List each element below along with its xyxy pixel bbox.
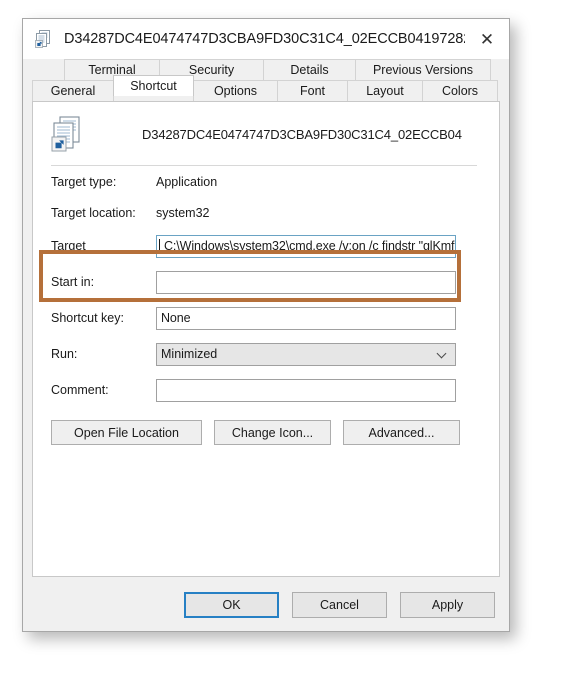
- apply-button[interactable]: Apply: [400, 592, 495, 618]
- target-location-label: Target location:: [51, 205, 136, 220]
- tab-layout[interactable]: Layout: [347, 80, 423, 101]
- target-row: Target C:\Windows\system32\cmd.exe /v:on…: [33, 228, 499, 264]
- close-icon[interactable]: ✕: [465, 19, 509, 59]
- chevron-down-icon: [437, 349, 447, 359]
- window-title: D34287DC4E0474747D3CBA9FD30C31C4_02ECCB0…: [64, 31, 465, 47]
- advanced-button[interactable]: Advanced...: [343, 420, 460, 445]
- shortcut-key-row: Shortcut key: None: [33, 300, 499, 336]
- comment-row: Comment:: [33, 372, 499, 408]
- run-select[interactable]: Minimized: [156, 342, 456, 366]
- page-background: D34287DC4E0474747D3CBA9FD30C31C4_02ECCB0…: [0, 0, 567, 678]
- tab-details[interactable]: Details: [263, 59, 356, 80]
- tab-options[interactable]: Options: [193, 80, 278, 101]
- target-label: Target: [51, 239, 86, 253]
- shortcut-key-input[interactable]: None: [156, 306, 456, 330]
- properties-dialog: D34287DC4E0474747D3CBA9FD30C31C4_02ECCB0…: [22, 18, 510, 632]
- start-in-row: Start in:: [33, 264, 499, 300]
- comment-label: Comment:: [51, 383, 109, 397]
- tab-previous-versions[interactable]: Previous Versions: [355, 59, 491, 80]
- run-select-value: Minimized: [161, 347, 218, 361]
- target-location-value: system32: [156, 205, 210, 220]
- run-row: Run: Minimized: [33, 336, 499, 372]
- run-label: Run:: [51, 347, 78, 361]
- start-in-label: Start in:: [51, 275, 95, 289]
- change-icon-button[interactable]: Change Icon...: [214, 420, 331, 445]
- open-file-location-button[interactable]: Open File Location: [51, 420, 202, 445]
- target-type-value: Application: [156, 174, 218, 189]
- target-type-row: Target type: Application: [33, 166, 499, 197]
- tab-general[interactable]: General: [32, 80, 114, 101]
- shortcut-document-icon: [35, 29, 55, 49]
- dialog-footer: OK Cancel Apply: [23, 579, 509, 631]
- comment-input[interactable]: [156, 378, 456, 402]
- tab-colors[interactable]: Colors: [422, 80, 498, 101]
- shortcut-document-large-icon: [51, 115, 91, 155]
- tab-font[interactable]: Font: [277, 80, 348, 101]
- title-bar: D34287DC4E0474747D3CBA9FD30C31C4_02ECCB0…: [23, 19, 509, 59]
- target-input-value: C:\Windows\system32\cmd.exe /v:on /c fin…: [164, 239, 455, 253]
- shortcut-key-input-value: None: [161, 311, 191, 325]
- target-type-label: Target type:: [51, 174, 117, 189]
- shortcut-header: D34287DC4E0474747D3CBA9FD30C31C4_02ECCB0…: [33, 102, 499, 154]
- start-in-input[interactable]: [156, 270, 456, 294]
- shortcut-action-buttons: Open File Location Change Icon... Advanc…: [33, 420, 499, 445]
- target-location-row: Target location: system32: [33, 197, 499, 228]
- ok-button[interactable]: OK: [184, 592, 279, 618]
- tab-row-upper: Terminal Security Details Previous Versi…: [32, 59, 500, 80]
- cancel-button[interactable]: Cancel: [292, 592, 387, 618]
- target-input[interactable]: C:\Windows\system32\cmd.exe /v:on /c fin…: [156, 234, 456, 258]
- shortcut-key-label: Shortcut key:: [51, 311, 124, 325]
- tab-strip: Terminal Security Details Previous Versi…: [23, 59, 509, 101]
- shortcut-tab-panel: D34287DC4E0474747D3CBA9FD30C31C4_02ECCB0…: [32, 101, 500, 577]
- tab-shortcut[interactable]: Shortcut: [113, 75, 194, 96]
- shortcut-name-text: D34287DC4E0474747D3CBA9FD30C31C4_02ECCB0…: [142, 127, 462, 142]
- tab-row-lower: General Shortcut Options Font Layout Col…: [32, 75, 500, 101]
